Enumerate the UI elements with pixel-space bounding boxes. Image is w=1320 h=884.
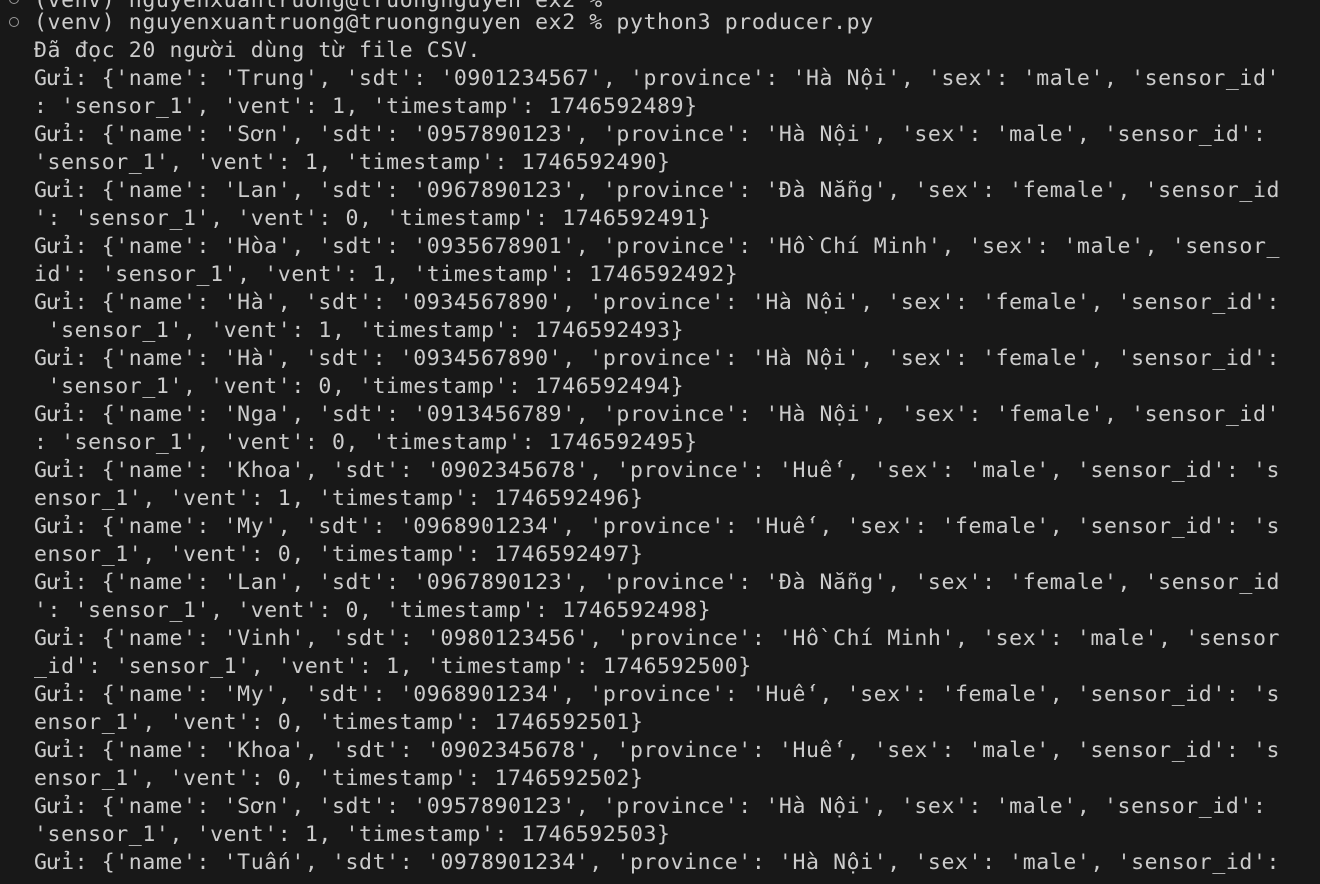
terminal-output-line: Gửi: {'name': 'Hà', 'sdt': '0934567890',… [34,290,1281,315]
terminal-output-line: Gửi: {'name': 'Khoa', 'sdt': '0902345678… [34,458,1281,483]
terminal-output-line: 'sensor_1', 'vent': 1, 'timestamp': 1746… [34,822,671,847]
terminal-output-line: ensor_1', 'vent': 0, 'timestamp': 174659… [34,542,644,567]
terminal-output-line: id': 'sensor_1', 'vent': 1, 'timestamp':… [34,262,739,287]
terminal-output-line: ': 'sensor_1', 'vent': 0, 'timestamp': 1… [34,206,712,231]
terminal-output-line: Đã đọc 20 người dùng từ file CSV. [34,38,481,63]
terminal-output-line: Gửi: {'name': 'Lan', 'sdt': '0967890123'… [34,178,1281,203]
terminal-output-line: Gửi: {'name': 'Tuấn', 'sdt': '0978901234… [34,850,1281,875]
command-status-dot-icon[interactable] [9,0,19,4]
terminal-output-line: 'sensor_1', 'vent': 0, 'timestamp': 1746… [34,374,685,399]
terminal-output-line: Gửi: {'name': 'Hòa', 'sdt': '0935678901'… [34,234,1281,259]
terminal-scrollbar[interactable] [1314,0,1320,884]
terminal-output-line: ensor_1', 'vent': 0, 'timestamp': 174659… [34,766,644,791]
terminal-output-line: Gửi: {'name': 'Khoa', 'sdt': '0902345678… [34,738,1281,763]
terminal-panel[interactable]: (venv) nguyenxuantruong@truongnguyen ex2… [0,0,1320,884]
terminal-output-line: Gửi: {'name': 'Trung', 'sdt': '090123456… [34,66,1281,91]
command-status-dot-icon[interactable] [9,17,19,27]
terminal-output-line: : 'sensor_1', 'vent': 0, 'timestamp': 17… [34,430,698,455]
terminal-output-line: 'sensor_1', 'vent': 1, 'timestamp': 1746… [34,150,671,175]
terminal-output-line: : 'sensor_1', 'vent': 1, 'timestamp': 17… [34,94,698,119]
terminal-output-line: Gửi: {'name': 'Hà', 'sdt': '0934567890',… [34,346,1281,371]
terminal-output-line: ensor_1', 'vent': 1, 'timestamp': 174659… [34,486,644,511]
terminal-output-line: Gửi: {'name': 'Vinh', 'sdt': '0980123456… [34,626,1281,651]
terminal-output-line: _id': 'sensor_1', 'vent': 1, 'timestamp'… [34,654,752,679]
terminal-output-line: ': 'sensor_1', 'vent': 0, 'timestamp': 1… [34,598,712,623]
terminal-output-line: Gửi: {'name': 'My', 'sdt': '0968901234',… [34,514,1281,539]
command-prompt-line: (venv) nguyenxuantruong@truongnguyen ex2… [34,10,874,35]
terminal-output-line: Gửi: {'name': 'Lan', 'sdt': '0967890123'… [34,570,1281,595]
terminal-output-line: ensor_1', 'vent': 0, 'timestamp': 174659… [34,710,644,735]
terminal-output-line: Gửi: {'name': 'Sơn', 'sdt': '0957890123'… [34,122,1267,147]
terminal-output-line: Gửi: {'name': 'Sơn', 'sdt': '0957890123'… [34,794,1267,819]
terminal-output-line: Gửi: {'name': 'Nga', 'sdt': '0913456789'… [34,402,1281,427]
terminal-output-line: Gửi: {'name': 'My', 'sdt': '0968901234',… [34,682,1281,707]
terminal-output-line: 'sensor_1', 'vent': 1, 'timestamp': 1746… [34,318,685,343]
